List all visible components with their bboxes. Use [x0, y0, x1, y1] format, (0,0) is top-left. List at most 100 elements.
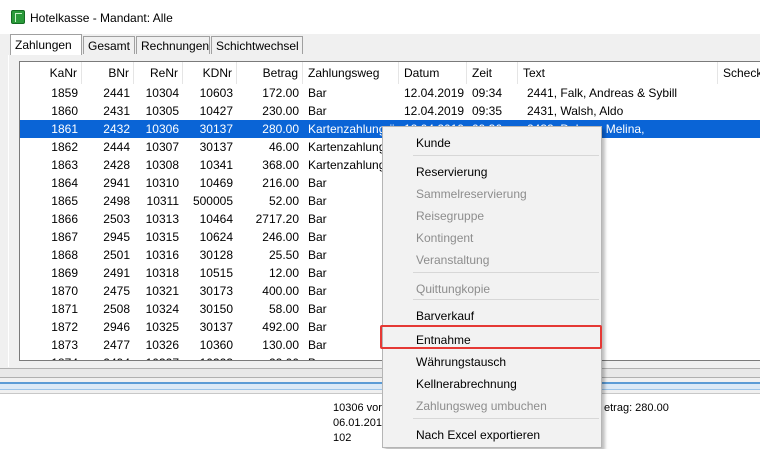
cell-scheck	[718, 138, 760, 156]
window-title: Hotelkasse - Mandant: Alle	[30, 11, 173, 25]
cell-betrag: 25.50	[268, 248, 299, 262]
cell-bnr: 2428	[103, 158, 130, 172]
cell-bnr: 2441	[103, 86, 130, 100]
cell-kanr: 1873	[51, 338, 78, 352]
details-pane: 10306 vor etrag: 280.00 06.01.201 102	[0, 393, 760, 449]
tab-gesamt[interactable]: Gesamt	[83, 36, 135, 54]
cell-renr: 10313	[145, 212, 179, 226]
cell-kdnr: 10603	[199, 86, 233, 100]
cell-kdnr: 500005	[192, 194, 233, 208]
detail-receipt: 10306 vor	[333, 402, 382, 414]
cell-renr: 10324	[145, 302, 179, 316]
cell-betrag: 12.00	[268, 266, 299, 280]
cell-scheck	[718, 210, 760, 228]
table-header: KaNr BNr ReNr KDNr Betrag Zahlungsweg Datum Zei…	[20, 62, 760, 84]
tab-bar: Zahlungen Gesamt Rechnungen Schichtwechs…	[8, 34, 760, 56]
cell-renr: 10326	[145, 338, 179, 352]
cell-renr: 10325	[145, 320, 179, 334]
cell-kanr: 1860	[51, 104, 78, 118]
splitter[interactable]	[0, 368, 760, 378]
tab-label: Rechnungen	[141, 39, 210, 53]
cell-kanr: 1862	[51, 140, 78, 154]
menu-item-reservierung[interactable]: Reservierung	[383, 161, 601, 183]
col-header-zahlungsweg[interactable]: Zahlungsweg	[303, 62, 399, 84]
tab-zahlungen[interactable]: Zahlungen	[10, 34, 82, 56]
cell-betrag: 130.00	[262, 338, 299, 352]
cell-renr: 10315	[145, 230, 179, 244]
cell-kdnr: 10464	[199, 212, 233, 226]
menu-item-nach-excel-exportieren[interactable]: Nach Excel exportieren	[383, 424, 601, 446]
col-header-renr[interactable]: ReNr	[134, 62, 183, 84]
cell-scheck	[718, 300, 760, 318]
cell-kdnr: 10323	[183, 354, 237, 360]
cell-kdnr: 30173	[199, 284, 233, 298]
cell-bnr: 2477	[103, 338, 130, 352]
cell-scheck	[718, 156, 760, 174]
col-header-kanr[interactable]: KaNr	[20, 62, 82, 84]
cell-zahlungsweg: Bar	[308, 86, 327, 100]
table-row[interactable]: 1859 2441 10304 10603 172.00 Bar 12.04.2019 09:…	[20, 84, 760, 102]
cell-renr: 10306	[145, 122, 179, 136]
detail-date: 06.01.201	[333, 417, 382, 429]
cell-scheck	[718, 174, 760, 192]
cell-kdnr: 10341	[199, 158, 233, 172]
cell-scheck	[718, 120, 760, 138]
cell-betrag: 368.00	[262, 158, 299, 172]
cell-scheck	[718, 354, 760, 360]
menu-item-barverkauf[interactable]: Barverkauf	[383, 305, 601, 327]
app-icon	[11, 10, 25, 24]
menu-item-waehrungstausch[interactable]: Währungstausch	[383, 351, 601, 373]
col-header-scheck[interactable]: Scheck	[718, 62, 760, 84]
cell-renr: 10311	[146, 194, 179, 208]
cell-kanr: 1869	[51, 266, 78, 280]
cell-renr: 10321	[145, 284, 179, 298]
cell-bnr: 2444	[103, 140, 130, 154]
cell-betrag: 400.00	[262, 284, 299, 298]
cell-betrag: 172.00	[262, 86, 299, 100]
cell-kanr: 1859	[51, 86, 78, 100]
cell-betrag: 230.00	[262, 104, 299, 118]
cell-betrag: 2717.20	[255, 212, 299, 226]
cell-kdnr: 30137	[199, 140, 233, 154]
col-header-zeit[interactable]: Zeit	[467, 62, 518, 84]
cell-renr: 10310	[145, 176, 179, 190]
tab-schichtwechsel[interactable]: Schichtwechsel	[211, 36, 303, 54]
cell-text: 2441, Falk, Andreas & Sybill	[527, 86, 678, 100]
col-header-betrag[interactable]: Betrag	[237, 62, 303, 84]
cell-bnr: 2501	[103, 248, 130, 262]
cell-betrag: 22.00	[237, 354, 303, 360]
col-header-text[interactable]: Text	[518, 62, 718, 84]
cell-renr: 10305	[145, 104, 179, 118]
table-row[interactable]: 1860 2431 10305 10427 230.00 Bar 12.04.2019 09:…	[20, 102, 760, 120]
menu-item-kunde[interactable]: Kunde	[383, 132, 601, 154]
cell-kanr: 1872	[51, 320, 78, 334]
cell-scheck	[718, 84, 760, 102]
cell-betrag: 46.00	[268, 140, 299, 154]
cell-kanr: 1868	[51, 248, 78, 262]
cell-kanr: 1867	[51, 230, 78, 244]
cell-zeit: 09:35	[472, 104, 503, 118]
cell-scheck	[718, 318, 760, 336]
col-header-kdnr[interactable]: KDNr	[183, 62, 237, 84]
cell-kanr: 1871	[51, 302, 78, 316]
cell-kdnr: 10624	[199, 230, 233, 244]
menu-item-veranstaltung: Veranstaltung	[416, 253, 490, 267]
cell-scheck	[718, 192, 760, 210]
menu-item-kellnerabrechnung[interactable]: Kellnerabrechnung	[383, 373, 601, 395]
cell-scheck	[718, 246, 760, 264]
cell-scheck	[718, 102, 760, 120]
cell-renr: 10304	[145, 86, 179, 100]
cell-kanr: 1870	[51, 284, 78, 298]
col-header-datum[interactable]: Datum	[399, 62, 467, 84]
cell-kanr: 1861	[51, 122, 78, 136]
cell-renr: 10327	[134, 354, 183, 360]
cell-renr: 10307	[145, 140, 179, 154]
menu-item-reisegruppe: Reisegruppe	[416, 209, 485, 223]
cell-bnr: 2498	[103, 194, 130, 208]
tab-rechnungen[interactable]: Rechnungen	[136, 36, 210, 54]
menu-separator	[413, 272, 599, 273]
cell-betrag: 58.00	[268, 302, 299, 316]
col-header-bnr[interactable]: BNr	[82, 62, 134, 84]
cell-betrag: 216.00	[262, 176, 299, 190]
cell-kdnr: 30137	[199, 122, 233, 136]
